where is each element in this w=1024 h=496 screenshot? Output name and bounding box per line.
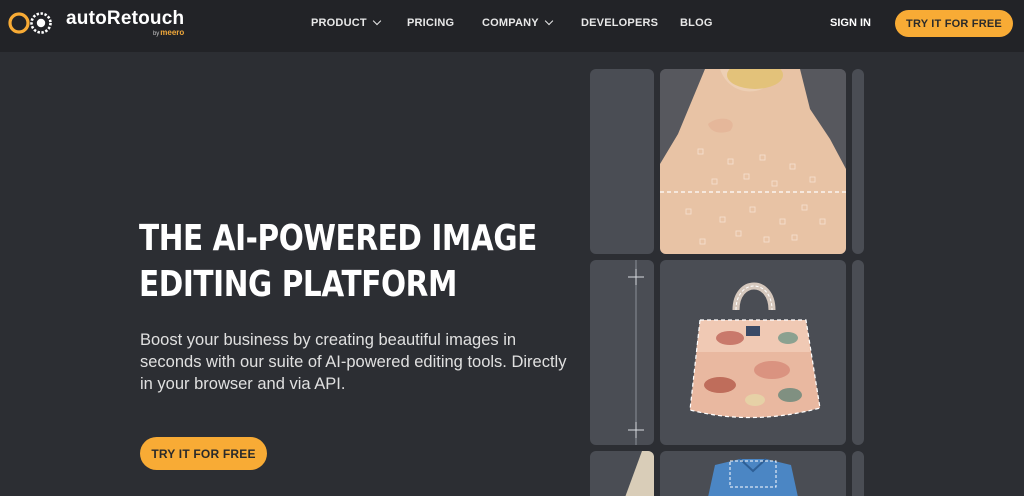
nav-item-developers-label: DEVELOPERS <box>581 17 659 29</box>
skin-retouch-example-image <box>660 69 846 254</box>
hero-subtitle-line: in your browser and via API. <box>140 375 346 393</box>
nav-item-company-label: COMPANY <box>482 17 539 29</box>
gallery-tile-right-bottom <box>852 451 864 496</box>
skin-retouch-illustration <box>660 69 846 254</box>
gallery-tile-left-bottom <box>590 451 654 496</box>
gallery-tile-left-middle <box>590 260 654 445</box>
hero-title: THE AI-POWERED IMAGE EDITING PLATFORM <box>139 216 537 308</box>
gallery-tile-left-top <box>590 69 654 254</box>
hero-title-line: THE AI-POWERED IMAGE <box>139 218 537 259</box>
nav-item-product-label: PRODUCT <box>311 17 367 29</box>
logo[interactable]: autoRetouch bymeero <box>6 8 184 38</box>
nav-item-pricing-label: PRICING <box>407 17 455 29</box>
brand-byline: bymeero <box>152 28 185 38</box>
nav-item-company[interactable]: COMPANY <box>482 0 554 46</box>
try-free-nav-button[interactable]: TRY IT FOR FREE <box>895 10 1013 37</box>
byline-by: by <box>152 31 160 37</box>
nav-item-blog-label: BLOG <box>680 17 713 29</box>
brand-name: autoRetouch <box>66 8 185 29</box>
hero-title-line: EDITING PLATFORM <box>139 264 457 305</box>
top-nav: autoRetouch bymeero PRODUCT PRICING COMP… <box>0 0 1024 52</box>
chevron-down-icon <box>544 16 554 26</box>
shirt-example-image <box>660 451 846 496</box>
handbag-illustration <box>689 282 821 419</box>
shirt-illustration <box>708 458 798 496</box>
hero-subtitle: Boost your business by creating beautifu… <box>140 329 580 395</box>
sign-in-link[interactable]: SIGN IN <box>830 0 871 46</box>
fabric-corner-image <box>625 451 654 496</box>
logo-wordmark: autoRetouch bymeero <box>66 9 184 37</box>
nav-item-developers[interactable]: DEVELOPERS <box>581 0 658 46</box>
nav-item-blog[interactable]: BLOG <box>680 0 713 46</box>
gallery-tile-right-middle <box>852 260 864 445</box>
gallery-tile-right-top <box>852 69 864 254</box>
background-removal-bag-image <box>660 260 846 445</box>
nav-item-product[interactable]: PRODUCT <box>311 0 382 46</box>
byline-meero: meero <box>160 28 185 37</box>
chevron-down-icon <box>372 16 382 26</box>
hero-subtitle-line: seconds with our suite of AI-powered edi… <box>140 353 567 371</box>
try-free-hero-button[interactable]: TRY IT FOR FREE <box>140 437 267 470</box>
nav-item-pricing[interactable]: PRICING <box>407 0 454 46</box>
autoretouch-logo-icon <box>8 12 52 34</box>
crop-guides-icon <box>628 260 644 445</box>
hero-subtitle-line: Boost your business by creating beautifu… <box>140 331 517 349</box>
